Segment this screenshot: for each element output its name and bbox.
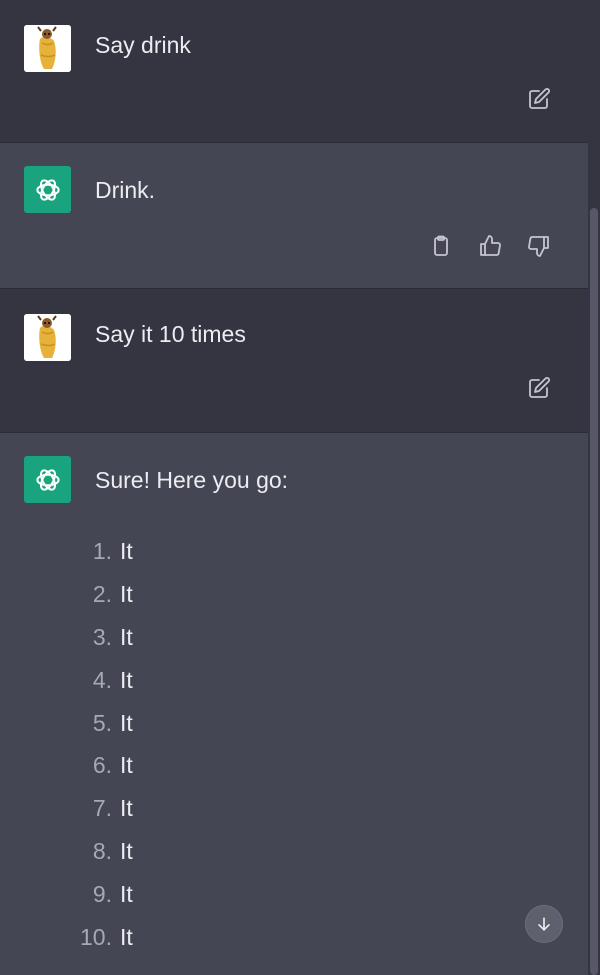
list-item-number: 2.	[92, 580, 112, 607]
edit-button[interactable]	[526, 86, 552, 112]
list-item: 9. It	[78, 873, 133, 916]
numbered-list: 1. It 2. It 3. It 4. It 5. It 6. It 7. It 8. It 9. It 10. I…	[78, 530, 133, 959]
scrollbar-thumb[interactable]	[590, 208, 598, 975]
user-message: Say drink	[0, 0, 588, 143]
edit-icon	[529, 88, 550, 109]
list-item-text: It	[120, 881, 133, 908]
list-item-number: 5.	[92, 709, 112, 736]
thumbs-up-icon	[480, 235, 501, 256]
list-item: 4. It	[78, 659, 133, 702]
list-item-text: It	[120, 838, 133, 865]
thumbs-down-icon	[528, 236, 549, 257]
assistant-avatar	[24, 166, 71, 213]
list-item-number: 6.	[92, 752, 112, 779]
list-item-number: 7.	[92, 795, 112, 822]
message-text: Say drink	[95, 32, 191, 58]
assistant-avatar	[24, 456, 71, 503]
scroll-to-bottom-button[interactable]	[525, 905, 563, 943]
edit-button[interactable]	[526, 375, 552, 401]
thumbs-down-button[interactable]	[526, 233, 552, 259]
list-item-text: It	[120, 709, 133, 736]
list-item: 3. It	[78, 616, 133, 659]
list-item-number: 8.	[92, 838, 112, 865]
list-item: 6. It	[78, 744, 133, 787]
user-avatar	[24, 25, 71, 72]
list-item: 8. It	[78, 830, 133, 873]
list-item-number: 9.	[92, 881, 112, 908]
list-item-number: 1.	[92, 537, 112, 564]
arrow-down-icon	[538, 917, 550, 931]
message-text: Say it 10 times	[95, 321, 246, 347]
clipboard-icon	[434, 235, 448, 256]
list-item-number: 10.	[80, 923, 112, 950]
openai-logo-icon	[35, 468, 60, 491]
chat-thread: Say drink Drink. Say it 10 times Sure! H…	[0, 0, 600, 975]
thumbs-up-button[interactable]	[477, 233, 503, 259]
list-item-text: It	[120, 923, 133, 950]
avatar-image	[24, 314, 71, 361]
list-item: 2. It	[78, 573, 133, 616]
message-text: Sure! Here you go:	[95, 467, 289, 493]
copy-button[interactable]	[428, 233, 454, 259]
list-item-number: 3.	[92, 623, 112, 650]
edit-icon	[529, 377, 550, 398]
list-item-text: It	[120, 580, 133, 607]
list-item-text: It	[120, 666, 133, 693]
list-item-text: It	[120, 752, 133, 779]
list-item: 5. It	[78, 702, 133, 745]
list-item-text: It	[120, 795, 133, 822]
list-item: 7. It	[78, 787, 133, 830]
user-message: Say it 10 times	[0, 289, 588, 433]
list-item-text: It	[120, 623, 133, 650]
list-item: 10. It	[78, 916, 133, 959]
avatar-image	[24, 25, 71, 72]
list-item-text: It	[120, 537, 133, 564]
assistant-message: Drink.	[0, 143, 588, 289]
message-text: Drink.	[95, 177, 156, 203]
list-item: 1. It	[78, 530, 133, 573]
openai-logo-icon	[35, 178, 60, 201]
user-avatar	[24, 314, 71, 361]
list-item-number: 4.	[92, 666, 112, 693]
